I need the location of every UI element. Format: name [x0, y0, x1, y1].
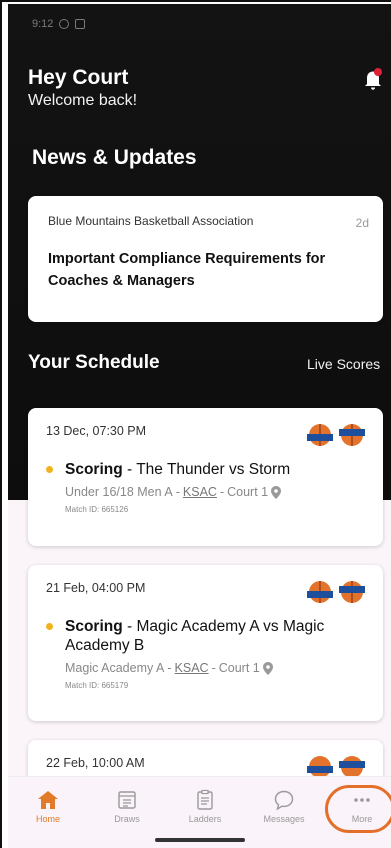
schedule-section-title: Your Schedule [28, 352, 160, 373]
grid-icon [75, 19, 86, 29]
match-status: Scoring [65, 618, 123, 635]
team-logos [307, 422, 365, 448]
home-icon [38, 791, 58, 809]
match-meta: Under 16/18 Men A - KSAC - Court 1 [65, 485, 365, 499]
status-bar: 9:12 [32, 18, 86, 30]
tab-messages[interactable]: Messages [256, 789, 312, 824]
notifications-bell-icon[interactable] [364, 68, 382, 90]
location-pin-icon[interactable] [271, 485, 282, 499]
calendar-icon [118, 791, 136, 809]
app-screen: 9:12 Hey Court Welcome back! News & Upda… [8, 4, 391, 848]
team-logo-icon [307, 581, 333, 603]
match-court: Court 1 [218, 661, 260, 675]
home-indicator[interactable] [155, 838, 245, 842]
team-logo-icon [339, 581, 365, 603]
team-logo-icon [307, 424, 333, 446]
more-highlight-annotation [325, 785, 391, 833]
location-pin-icon[interactable] [262, 661, 273, 675]
news-age: 2d [355, 216, 369, 230]
match-id: Match ID: 665126 [65, 505, 129, 514]
screen: 9:12 Hey Court Welcome back! News & Upda… [0, 0, 391, 848]
status-dot-icon [46, 623, 53, 630]
greeting-subtitle: Welcome back! [28, 92, 138, 109]
match-meta: Magic Academy A - KSAC - Court 1 [65, 661, 365, 675]
match-title: Scoring - The Thunder vs Storm [65, 461, 291, 478]
match-status: Scoring [65, 461, 123, 478]
greeting: Hey Court Welcome back! [28, 66, 137, 110]
venue-link[interactable]: KSAC [175, 661, 209, 675]
news-source: Blue Mountains Basketball Association [48, 214, 254, 228]
match-division: Magic Academy A [65, 661, 165, 675]
news-card[interactable]: Blue Mountains Basketball Association 2d… [28, 196, 383, 322]
greeting-title: Hey Court [28, 66, 129, 89]
tab-label: Home [35, 814, 60, 824]
tab-draws[interactable]: Draws [99, 789, 155, 824]
match-division: Under 16/18 Men A [65, 485, 173, 499]
chat-bubble-icon [274, 790, 294, 811]
tab-ladders[interactable]: Ladders [177, 789, 233, 824]
tab-label: Ladders [188, 814, 222, 824]
match-title: Scoring - Magic Academy A vs Magic Acade… [65, 618, 325, 654]
news-section-title: News & Updates [32, 146, 197, 169]
whatsapp-icon [59, 19, 70, 29]
match-card[interactable]: 13 Dec, 07:30 PM Scoring - The Thunder v… [28, 408, 383, 546]
live-scores-link[interactable]: Live Scores [307, 356, 380, 372]
clipboard-icon [197, 789, 213, 810]
status-time: 9:12 [32, 18, 54, 30]
match-title-row: Scoring - The Thunder vs Storm [46, 460, 365, 479]
team-logos [307, 579, 365, 605]
match-id: Match ID: 665179 [65, 681, 129, 690]
news-headline: Important Compliance Requirements for Co… [48, 251, 326, 289]
tab-label: Draws [114, 814, 140, 824]
status-dot-icon [46, 466, 53, 473]
team-logo-icon [339, 424, 365, 446]
tab-label: Messages [263, 814, 305, 824]
match-card[interactable]: 21 Feb, 04:00 PM Scoring - Magic Academy… [28, 565, 383, 721]
match-court: Court 1 [227, 485, 269, 499]
notification-badge [374, 68, 382, 76]
match-title-row: Scoring - Magic Academy A vs Magic Acade… [46, 617, 365, 655]
tab-home[interactable]: Home [20, 789, 76, 824]
match-teams: The Thunder vs Storm [136, 461, 291, 478]
venue-link[interactable]: KSAC [183, 485, 217, 499]
